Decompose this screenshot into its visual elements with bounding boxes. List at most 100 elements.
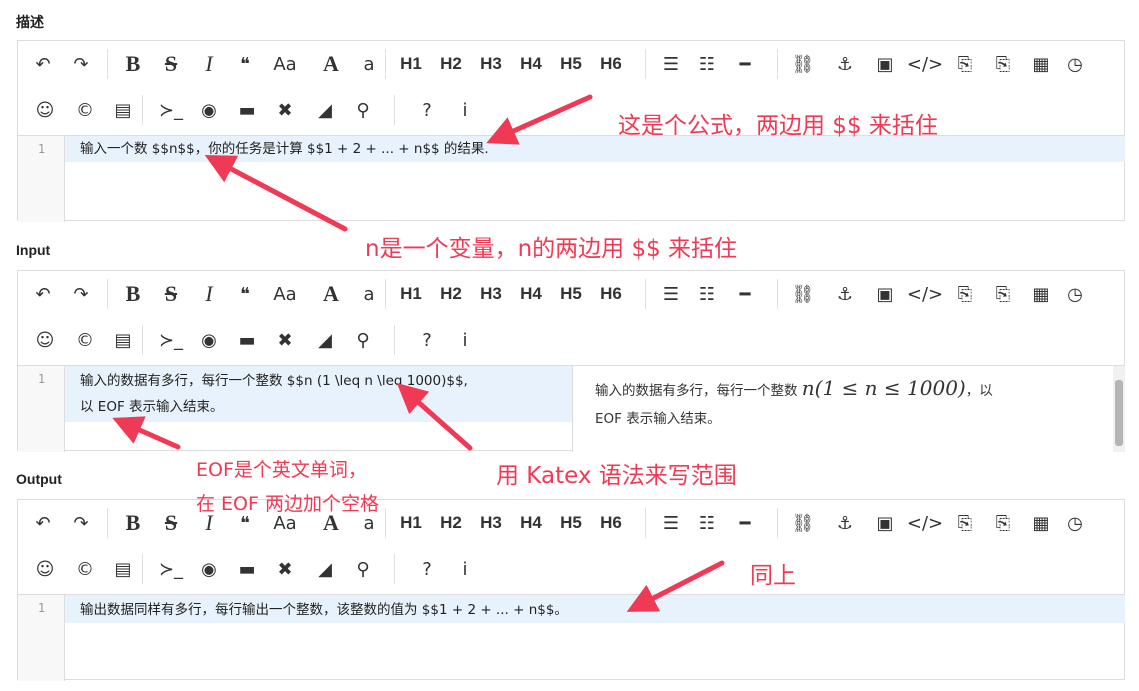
quote-icon[interactable]: ❝ <box>228 47 262 81</box>
image-icon[interactable]: ▣ <box>868 47 902 81</box>
h5-icon[interactable]: H5 <box>554 47 588 81</box>
help-icon[interactable]: ? <box>410 323 444 357</box>
search-icon[interactable]: ⚲ <box>346 552 380 586</box>
fullscreen-icon[interactable]: ✖ <box>268 552 302 586</box>
unordered-list-icon[interactable]: ☰ <box>654 277 688 311</box>
code-area[interactable]: 1 输入的数据有多行，每行一个整数 $$n (1 \leq n \leq 100… <box>18 365 1125 452</box>
link-icon[interactable]: ⛓ <box>786 277 820 311</box>
info-icon[interactable]: i <box>448 552 482 586</box>
code-line-1[interactable]: 输入的数据有多行，每行一个整数 $$n (1 \leq n \leq 1000)… <box>80 368 468 394</box>
terminal-icon[interactable]: ≻_ <box>154 93 188 127</box>
code-block-icon[interactable]: ⎘ <box>948 506 982 540</box>
preview-eye-icon[interactable]: ◉ <box>192 323 226 357</box>
table-icon[interactable]: ▦ <box>1024 506 1058 540</box>
code-block-icon[interactable]: ⎘ <box>948 47 982 81</box>
h2-icon[interactable]: H2 <box>434 506 468 540</box>
clock-icon[interactable]: ◷ <box>1058 277 1092 311</box>
template-icon[interactable]: ▤ <box>106 323 140 357</box>
unordered-list-icon[interactable]: ☰ <box>654 47 688 81</box>
redo-icon[interactable]: ↷ <box>64 506 98 540</box>
h3-icon[interactable]: H3 <box>474 47 508 81</box>
horizontal-rule-icon[interactable]: ━ <box>728 277 762 311</box>
bold-icon[interactable]: B <box>116 506 150 540</box>
clock-icon[interactable]: ◷ <box>1058 506 1092 540</box>
desktop-icon[interactable]: ▬ <box>230 323 264 357</box>
code-line[interactable]: 输出数据同样有多行，每行输出一个整数，该整数的值为 $$1 + 2 + ... … <box>80 597 568 623</box>
preview-eye-icon[interactable]: ◉ <box>192 93 226 127</box>
copyright-icon[interactable]: © <box>68 552 102 586</box>
eraser-icon[interactable]: ◢ <box>308 323 342 357</box>
eraser-icon[interactable]: ◢ <box>308 93 342 127</box>
info-icon[interactable]: i <box>448 323 482 357</box>
h3-icon[interactable]: H3 <box>474 506 508 540</box>
h5-icon[interactable]: H5 <box>554 277 588 311</box>
code-area[interactable]: 1 输入一个数 $$n$$，你的任务是计算 $$1 + 2 + ... + n$… <box>18 135 1125 222</box>
anchor-icon[interactable]: ⚓ <box>828 47 862 81</box>
code-icon[interactable]: </> <box>907 506 943 540</box>
quote-icon[interactable]: ❝ <box>228 277 262 311</box>
h4-icon[interactable]: H4 <box>514 277 548 311</box>
copyright-icon[interactable]: © <box>68 93 102 127</box>
font-a-icon[interactable]: A <box>314 47 348 81</box>
h4-icon[interactable]: H4 <box>514 506 548 540</box>
info-icon[interactable]: i <box>448 93 482 127</box>
horizontal-rule-icon[interactable]: ━ <box>728 47 762 81</box>
table-icon[interactable]: ▦ <box>1024 277 1058 311</box>
ordered-list-icon[interactable]: ☷ <box>690 277 724 311</box>
h1-icon[interactable]: H1 <box>394 506 428 540</box>
italic-icon[interactable]: I <box>192 47 226 81</box>
bold-icon[interactable]: B <box>116 277 150 311</box>
code-line[interactable]: 输入一个数 $$n$$，你的任务是计算 $$1 + 2 + ... + n$$ … <box>80 136 489 162</box>
desktop-icon[interactable]: ▬ <box>230 93 264 127</box>
h6-icon[interactable]: H6 <box>594 47 628 81</box>
anchor-icon[interactable]: ⚓ <box>828 277 862 311</box>
strikethrough-icon[interactable]: S <box>154 506 188 540</box>
copyright-icon[interactable]: © <box>68 323 102 357</box>
desktop-icon[interactable]: ▬ <box>230 552 264 586</box>
emoji-icon[interactable]: ☺ <box>28 323 62 357</box>
bold-icon[interactable]: B <box>116 47 150 81</box>
horizontal-rule-icon[interactable]: ━ <box>728 506 762 540</box>
image-icon[interactable]: ▣ <box>868 506 902 540</box>
terminal-icon[interactable]: ≻_ <box>154 552 188 586</box>
template-icon[interactable]: ▤ <box>106 552 140 586</box>
help-icon[interactable]: ? <box>410 93 444 127</box>
eraser-icon[interactable]: ◢ <box>308 552 342 586</box>
unordered-list-icon[interactable]: ☰ <box>654 506 688 540</box>
code-area[interactable]: 1 输出数据同样有多行，每行输出一个整数，该整数的值为 $$1 + 2 + ..… <box>18 594 1125 681</box>
undo-icon[interactable]: ↶ <box>26 47 60 81</box>
italic-icon[interactable]: I <box>192 277 226 311</box>
code-icon[interactable]: </> <box>907 47 943 81</box>
code-icon[interactable]: </> <box>907 277 943 311</box>
code-file-icon[interactable]: ⎘ <box>986 47 1020 81</box>
code-file-icon[interactable]: ⎘ <box>986 506 1020 540</box>
uppercase-icon[interactable]: Aa <box>268 277 302 311</box>
emoji-icon[interactable]: ☺ <box>28 93 62 127</box>
undo-icon[interactable]: ↶ <box>26 277 60 311</box>
help-icon[interactable]: ? <box>410 552 444 586</box>
h6-icon[interactable]: H6 <box>594 277 628 311</box>
clock-icon[interactable]: ◷ <box>1058 47 1092 81</box>
h6-icon[interactable]: H6 <box>594 506 628 540</box>
code-block-icon[interactable]: ⎘ <box>948 277 982 311</box>
undo-icon[interactable]: ↶ <box>26 506 60 540</box>
link-icon[interactable]: ⛓ <box>786 47 820 81</box>
emoji-icon[interactable]: ☺ <box>28 552 62 586</box>
terminal-icon[interactable]: ≻_ <box>154 323 188 357</box>
lowercase-icon[interactable]: a <box>352 277 386 311</box>
code-line-2[interactable]: 以 EOF 表示输入结束。 <box>80 394 224 420</box>
anchor-icon[interactable]: ⚓ <box>828 506 862 540</box>
preview-eye-icon[interactable]: ◉ <box>192 552 226 586</box>
image-icon[interactable]: ▣ <box>868 277 902 311</box>
link-icon[interactable]: ⛓ <box>786 506 820 540</box>
strikethrough-icon[interactable]: S <box>154 277 188 311</box>
h2-icon[interactable]: H2 <box>434 47 468 81</box>
scroll-thumb[interactable] <box>1115 380 1123 446</box>
h5-icon[interactable]: H5 <box>554 506 588 540</box>
strikethrough-icon[interactable]: S <box>154 47 188 81</box>
redo-icon[interactable]: ↷ <box>64 277 98 311</box>
h1-icon[interactable]: H1 <box>394 277 428 311</box>
ordered-list-icon[interactable]: ☷ <box>690 47 724 81</box>
h3-icon[interactable]: H3 <box>474 277 508 311</box>
code-file-icon[interactable]: ⎘ <box>986 277 1020 311</box>
